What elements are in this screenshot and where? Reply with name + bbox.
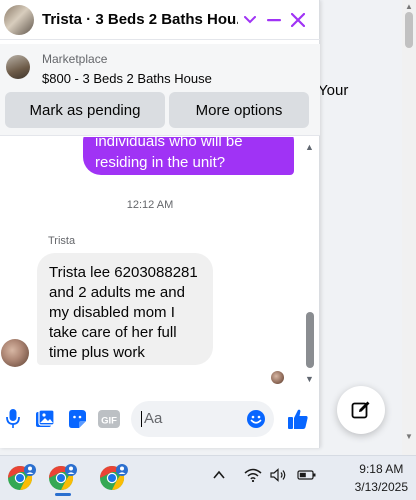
chrome-app-button[interactable] bbox=[94, 459, 134, 497]
page-scrollbar[interactable]: ▲ ▼ bbox=[402, 0, 416, 455]
microphone-icon[interactable] bbox=[2, 408, 24, 430]
thumbs-up-icon[interactable] bbox=[286, 408, 310, 430]
outgoing-message-line: residing in the unit? bbox=[95, 154, 226, 171]
scroll-up-arrow-icon[interactable]: ▲ bbox=[305, 142, 314, 152]
message-scrollbar-thumb[interactable] bbox=[306, 312, 314, 368]
chat-title[interactable]: Trista · 3 Beds 2 Baths Hou... bbox=[42, 11, 238, 28]
sticker-icon[interactable] bbox=[66, 408, 88, 430]
listing-source: Marketplace bbox=[42, 52, 108, 66]
chrome-profile-icon bbox=[49, 464, 77, 490]
battery-icon[interactable] bbox=[297, 468, 317, 485]
incoming-message-line: my disabled mom I bbox=[49, 304, 175, 321]
incoming-message-line: and 2 adults me and bbox=[49, 284, 185, 301]
close-icon[interactable] bbox=[286, 8, 310, 32]
system-clock[interactable]: 9:18 AM 3/13/2025 bbox=[355, 460, 408, 496]
outgoing-message[interactable]: individuals who will be residing in the … bbox=[83, 137, 294, 175]
page-scrollbar-thumb[interactable] bbox=[405, 12, 413, 48]
chat-header: Trista · 3 Beds 2 Baths Hou... bbox=[0, 0, 320, 40]
gif-icon[interactable]: GIF bbox=[97, 408, 121, 430]
chevron-up-icon[interactable] bbox=[212, 468, 226, 485]
clock-time: 9:18 AM bbox=[359, 462, 404, 476]
sender-avatar[interactable] bbox=[1, 339, 29, 367]
text-cursor bbox=[141, 411, 142, 427]
message-timestamp: 12:12 AM bbox=[126, 199, 174, 211]
incoming-message-line: time plus work bbox=[49, 344, 145, 361]
emoji-icon[interactable] bbox=[246, 409, 266, 429]
chevron-down-icon[interactable] bbox=[238, 8, 262, 32]
photo-icon[interactable] bbox=[34, 408, 56, 430]
incoming-message-line: Trista lee 6203088281 bbox=[49, 264, 198, 281]
background-text: Your bbox=[318, 82, 349, 99]
listing-title[interactable]: $800 - 3 Beds 2 Baths House bbox=[42, 71, 212, 86]
chrome-app-button[interactable] bbox=[43, 459, 83, 497]
incoming-message[interactable]: Trista lee 6203088281 and 2 adults me an… bbox=[37, 253, 213, 365]
incoming-message-line: take care of her full bbox=[49, 324, 177, 341]
scroll-up-arrow-icon[interactable]: ▲ bbox=[405, 2, 413, 11]
scroll-down-arrow-icon[interactable]: ▼ bbox=[405, 432, 413, 441]
wifi-icon[interactable] bbox=[244, 468, 262, 485]
listing-thumbnail[interactable] bbox=[6, 55, 30, 79]
chrome-profile-icon bbox=[100, 464, 128, 490]
message-composer: GIF Aa bbox=[0, 398, 320, 440]
contact-avatar[interactable] bbox=[4, 4, 34, 35]
chrome-profile-icon bbox=[8, 464, 36, 490]
message-input[interactable]: Aa bbox=[131, 401, 274, 437]
more-options-button[interactable]: More options bbox=[169, 92, 309, 128]
clock-date: 3/13/2025 bbox=[354, 480, 408, 494]
chrome-app-button[interactable] bbox=[2, 459, 42, 497]
mark-as-pending-button[interactable]: Mark as pending bbox=[5, 92, 165, 128]
scroll-down-arrow-icon[interactable]: ▼ bbox=[305, 374, 314, 384]
chat-window: Trista · 3 Beds 2 Baths Hou... Marketpla… bbox=[0, 0, 320, 448]
sender-name: Trista bbox=[48, 235, 76, 247]
marketplace-listing-card[interactable]: Marketplace $800 - 3 Beds 2 Baths House … bbox=[0, 44, 320, 136]
compose-icon bbox=[351, 401, 370, 419]
volume-icon[interactable] bbox=[270, 468, 288, 485]
minimize-icon[interactable] bbox=[262, 8, 286, 32]
new-message-button[interactable] bbox=[337, 386, 385, 434]
message-input-placeholder: Aa bbox=[144, 410, 163, 427]
svg-text:GIF: GIF bbox=[101, 416, 117, 427]
seen-indicator-avatar bbox=[271, 371, 284, 384]
message-scrollbar[interactable]: ▲ ▼ bbox=[302, 140, 318, 386]
outgoing-message-line: individuals who will be bbox=[95, 137, 243, 150]
taskbar: 9:18 AM 3/13/2025 bbox=[0, 455, 416, 500]
message-list: individuals who will be residing in the … bbox=[0, 137, 320, 389]
